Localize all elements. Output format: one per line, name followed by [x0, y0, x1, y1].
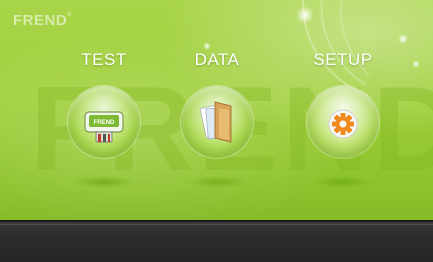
test-bubble: FREND — [68, 86, 140, 158]
data-button[interactable]: DATA — [157, 50, 277, 200]
gear-icon — [328, 109, 358, 139]
brand-logo-mark: ® — [67, 12, 73, 18]
data-shadow — [187, 176, 247, 188]
data-button-label: DATA — [194, 50, 240, 69]
sparkle — [296, 6, 314, 24]
test-button[interactable]: TEST FREND — [44, 50, 164, 200]
sparkle — [203, 42, 211, 50]
brand-logo-text: FREND — [13, 12, 68, 29]
data-bubble — [181, 86, 253, 158]
bottom-bar-highlight — [0, 224, 433, 225]
folder-icon — [199, 101, 232, 143]
setup-button-label: SETUP — [313, 50, 373, 69]
sparkle — [398, 34, 408, 44]
setup-shadow — [313, 176, 373, 188]
frend-home-screen: FREND FREND® TEST FREND — [0, 0, 433, 262]
brand-logo: FREND® — [13, 12, 72, 29]
test-button-label: TEST — [81, 50, 127, 69]
sparkle — [412, 60, 420, 68]
test-shadow — [74, 176, 134, 188]
device-screen-text: FREND — [94, 120, 115, 126]
main-menu-area: FREND FREND® TEST FREND — [0, 0, 433, 220]
setup-button[interactable]: SETUP — [283, 50, 403, 200]
setup-bubble — [307, 86, 379, 158]
test-device-icon: FREND — [84, 111, 124, 143]
bottom-bar — [0, 220, 433, 262]
